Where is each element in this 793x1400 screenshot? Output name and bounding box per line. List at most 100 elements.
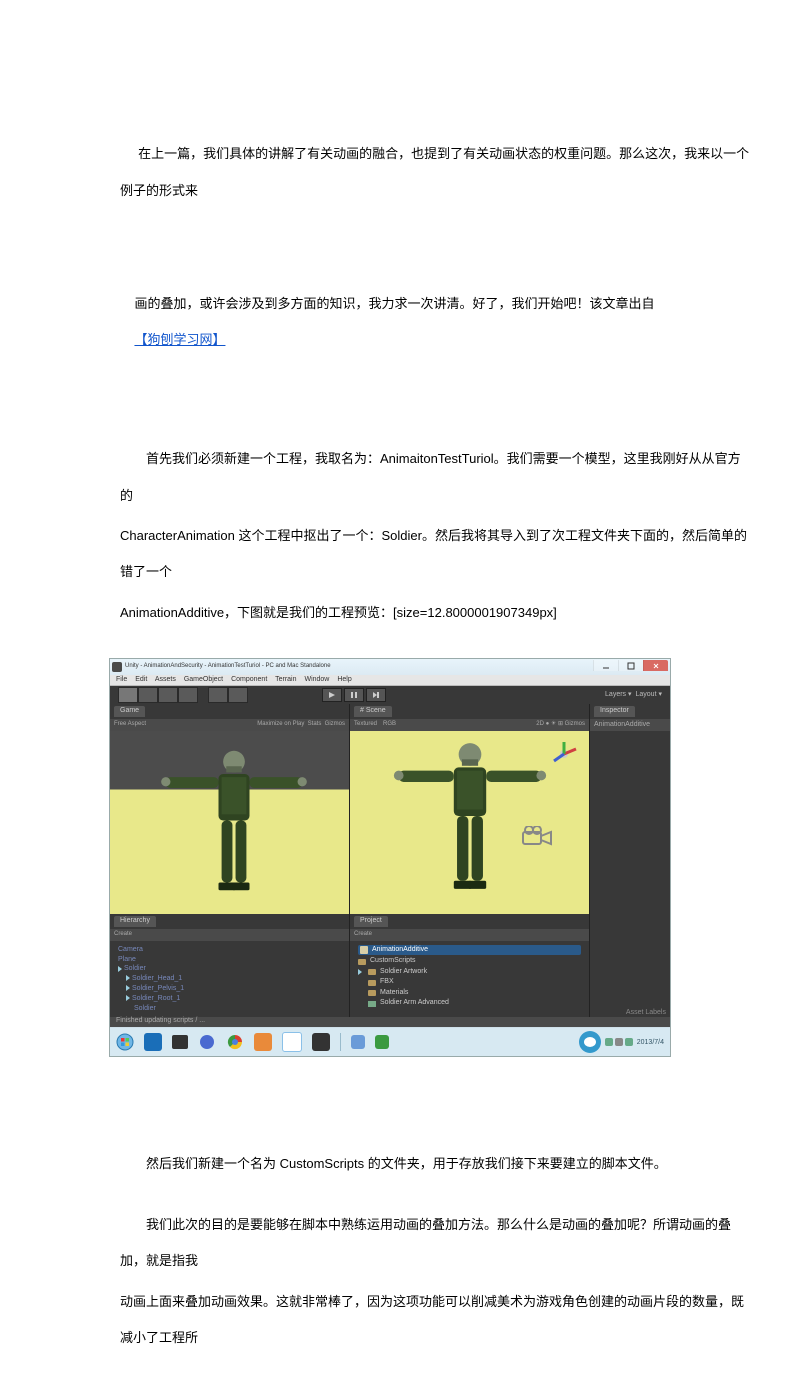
hierarchy-item[interactable]: Soldier_Head_1 xyxy=(118,974,341,984)
inspector-panel: Inspector AnimationAdditive xyxy=(590,704,670,914)
scene-viewport[interactable] xyxy=(350,731,589,915)
taskbar-app-icon[interactable] xyxy=(144,1033,162,1051)
source-link[interactable]: 【狗刨学习网】 xyxy=(134,332,225,347)
menu-gameobject[interactable]: GameObject xyxy=(184,676,223,683)
tab-game[interactable]: Game xyxy=(114,706,145,716)
paragraph: CharacterAnimation 这个工程中抠出了一个：Soldier。然后… xyxy=(120,518,753,591)
chrome-icon[interactable] xyxy=(226,1033,244,1051)
project-create-dropdown[interactable]: Create xyxy=(354,931,372,938)
tab-scene[interactable]: # Scene xyxy=(354,706,392,716)
soldier-model-icon xyxy=(386,735,554,897)
hierarchy-panel[interactable]: Hierarchy Create Camera Plane Soldier So… xyxy=(110,914,350,1017)
asset-labels: Asset Labels xyxy=(590,1009,670,1017)
paragraph: 画的叠加，或许会涉及到多方面的知识，我力求一次讲清。好了，我们开始吧！该文章出自… xyxy=(120,250,753,396)
paragraph: 动画上面来叠加动画效果。这就非常棒了，因为这项功能可以削减美术为游戏角色创建的动… xyxy=(120,1284,753,1357)
tray: 2013/7/4 xyxy=(579,1031,664,1053)
inspector-header: AnimationAdditive xyxy=(590,719,670,731)
taskbar-app-icon[interactable] xyxy=(172,1035,188,1049)
project-item[interactable]: Soldier Artwork xyxy=(358,967,581,978)
project-item[interactable]: CustomScripts xyxy=(358,956,581,967)
hierarchy-item[interactable]: Soldier xyxy=(118,1004,341,1014)
play-button[interactable] xyxy=(322,688,342,702)
game-viewport[interactable] xyxy=(110,731,349,915)
taskbar-app-icon[interactable] xyxy=(351,1035,365,1049)
qq-icon[interactable] xyxy=(579,1031,601,1053)
step-button[interactable] xyxy=(366,688,386,702)
layers-dropdown[interactable]: Layers ▾ xyxy=(605,691,631,699)
tray-icons[interactable] xyxy=(605,1038,633,1046)
project-item-selected[interactable]: AnimationAdditive xyxy=(358,945,581,956)
maximize-button[interactable] xyxy=(618,660,643,671)
pivot-button[interactable] xyxy=(208,687,228,703)
paragraph: 我们此次的目的是要能够在脚本中熟练运用动画的叠加方法。那么什么是动画的叠加呢？所… xyxy=(120,1207,753,1280)
soldier-model-icon xyxy=(154,743,314,898)
menu-assets[interactable]: Assets xyxy=(155,676,176,683)
taskbar-app-icon[interactable] xyxy=(254,1033,272,1051)
project-panel[interactable]: Project Create AnimationAdditive CustomS… xyxy=(350,914,590,1017)
unity-app-icon[interactable] xyxy=(312,1033,330,1051)
rotate-tool-button[interactable] xyxy=(158,687,178,703)
paragraph: AnimationAdditive，下图就是我们的工程预览：[size=12.8… xyxy=(120,595,753,631)
move-tool-button[interactable] xyxy=(138,687,158,703)
taskbar-app-icon[interactable] xyxy=(375,1035,389,1049)
paragraph: 然后我们新建一个名为 CustomScripts 的文件夹，用于存放我们接下来要… xyxy=(120,1146,753,1182)
hierarchy-tree[interactable]: Camera Plane Soldier Soldier_Head_1 Sold… xyxy=(110,941,349,1018)
local-button[interactable] xyxy=(228,687,248,703)
hand-tool-button[interactable] xyxy=(118,687,138,703)
firefox-icon[interactable] xyxy=(198,1033,216,1051)
hierarchy-item[interactable]: Soldier_Root_1 xyxy=(118,994,341,1004)
paragraph: 首先我们必须新建一个工程，我取名为：AnimaitonTestTuriol。我们… xyxy=(120,441,753,514)
toolbar: Layers ▾ Layout ▾ xyxy=(110,686,670,704)
aspect-dropdown[interactable]: Free Aspect xyxy=(114,721,146,728)
scene-toggles[interactable]: 2D ● ☀ ⊞ Gizmos xyxy=(536,721,585,728)
menu-window[interactable]: Window xyxy=(304,676,329,683)
menu-edit[interactable]: Edit xyxy=(135,676,147,683)
menu-component[interactable]: Component xyxy=(231,676,267,683)
taskbar-app-icon[interactable] xyxy=(282,1032,302,1052)
scene-panel: # Scene Textured RGB 2D ● ☀ ⊞ Gizmos xyxy=(350,704,590,914)
menu-help[interactable]: Help xyxy=(337,676,351,683)
rgb-dropdown[interactable]: RGB xyxy=(383,721,396,728)
text: 画的叠加，或许会涉及到多方面的知识，我力求一次讲清。好了，我们开始吧！该文章出自 xyxy=(134,296,654,311)
menu-file[interactable]: File xyxy=(116,676,127,683)
hierarchy-item[interactable]: Soldier_Pelvis_1 xyxy=(118,984,341,994)
menu-terrain[interactable]: Terrain xyxy=(275,676,296,683)
game-panel: Game Free Aspect Maximize on Play Stats … xyxy=(110,704,350,914)
hierarchy-item[interactable]: Camera xyxy=(118,945,341,955)
orientation-gizmo-icon[interactable] xyxy=(549,739,579,769)
inspector-lower: Asset Labels xyxy=(590,914,670,1017)
clock[interactable]: 2013/7/4 xyxy=(637,1039,664,1047)
text: 在上一篇，我们具体的讲解了有关动画的融合，也提到了有关动画状态的权重问题。那么这… xyxy=(120,146,749,197)
tab-hierarchy[interactable]: Hierarchy xyxy=(114,916,156,926)
scale-tool-button[interactable] xyxy=(178,687,198,703)
transform-tools xyxy=(118,687,198,703)
unity-icon xyxy=(112,662,122,672)
window-titlebar: Unity - AnimationAndSecurity - Animation… xyxy=(110,659,670,675)
bottom-panels: Hierarchy Create Camera Plane Soldier So… xyxy=(110,914,670,1014)
hierarchy-item[interactable]: Soldier xyxy=(118,964,341,974)
tab-project[interactable]: Project xyxy=(354,916,388,926)
tab-inspector[interactable]: Inspector xyxy=(594,706,635,716)
workspace: Game Free Aspect Maximize on Play Stats … xyxy=(110,704,670,914)
maximize-toggle[interactable]: Maximize on Play Stats Gizmos xyxy=(257,721,345,728)
window-controls xyxy=(593,663,668,671)
layout-dropdown[interactable]: Layout ▾ xyxy=(636,691,662,699)
project-item[interactable]: Soldier Arm Advanced xyxy=(358,998,581,1009)
taskbar: 2013/7/4 xyxy=(110,1027,670,1056)
hierarchy-item[interactable]: Plane xyxy=(118,955,341,965)
camera-icon xyxy=(521,826,553,848)
project-item[interactable]: FBX xyxy=(358,977,581,988)
menubar: File Edit Assets GameObject Component Te… xyxy=(110,675,670,686)
start-button[interactable] xyxy=(116,1033,134,1051)
window-title: Unity - AnimationAndSecurity - Animation… xyxy=(125,663,331,670)
project-tree[interactable]: AnimationAdditive CustomScripts Soldier … xyxy=(350,941,589,1013)
unity-editor-screenshot: Unity - AnimationAndSecurity - Animation… xyxy=(110,659,670,1056)
paragraph: 在上一篇，我们具体的讲解了有关动画的融合，也提到了有关动画状态的权重问题。那么这… xyxy=(120,100,753,246)
close-button[interactable] xyxy=(643,660,668,671)
pivot-tools xyxy=(208,687,248,703)
hierarchy-create-dropdown[interactable]: Create xyxy=(114,931,132,938)
shading-dropdown[interactable]: Textured xyxy=(354,721,377,728)
minimize-button[interactable] xyxy=(593,660,618,671)
pause-button[interactable] xyxy=(344,688,364,702)
project-item[interactable]: Materials xyxy=(358,988,581,999)
